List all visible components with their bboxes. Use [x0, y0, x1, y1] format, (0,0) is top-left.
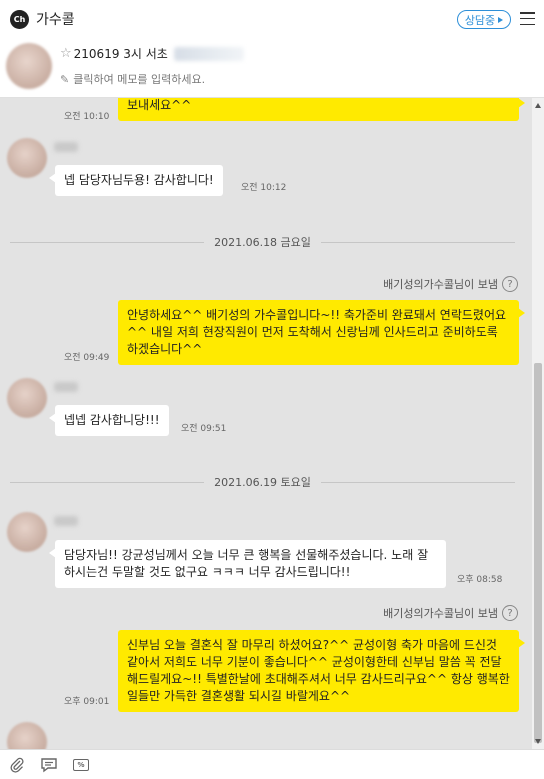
- pencil-icon: ✎: [60, 72, 70, 86]
- status-label: 상담중: [464, 13, 496, 27]
- profile-panel: ☆ 210619 3시 서초 ✎ 클릭하여 메모를 입력하세요.: [0, 38, 544, 98]
- date-divider: 2021.06.19 토요일: [10, 475, 515, 489]
- redacted-sender: [54, 516, 78, 526]
- message-time: 오전 09:51: [181, 424, 227, 434]
- message-text: 넵 담당자님두용! 감사합니다!: [64, 173, 214, 187]
- date-divider: 2021.06.18 금요일: [10, 235, 515, 249]
- message-time: 오전 10:10: [64, 112, 110, 122]
- profile-name-row: ☆ 210619 3시 서초: [60, 45, 244, 62]
- sent-by-label: 배기성의가수콜님이 보냄 ?: [383, 605, 518, 621]
- sent-by-label: 배기성의가수콜님이 보냄 ?: [383, 276, 518, 292]
- date-label: 2021.06.18 금요일: [214, 236, 311, 249]
- sent-by-text: 배기성의가수콜님이 보냄: [383, 607, 498, 620]
- message-text: 보내세요^^: [127, 98, 192, 112]
- message-time: 오후 08:58: [457, 575, 503, 585]
- channel-logo: Ch: [10, 9, 29, 29]
- help-icon[interactable]: ?: [502, 605, 518, 621]
- app-title: 가수콜: [36, 12, 75, 28]
- avatar: [7, 722, 47, 749]
- avatar: [7, 378, 47, 418]
- message-bubble-outgoing: 안녕하세요^^ 배기성의 가수콜입니다~!! 축가준비 완료돼서 연락드렸어요^…: [118, 300, 525, 365]
- message-time: 오전 09:49: [64, 353, 110, 363]
- avatar: [7, 512, 47, 552]
- profile-name: 210619 3시 서초: [73, 47, 168, 61]
- message-text: 신부님 오늘 결혼식 잘 마무리 하셨어요?^^ 균성이형 축가 마음에 드신것…: [127, 638, 510, 703]
- message-bubble-incoming: 담당자님!! 강균성님께서 오늘 너무 큰 행복을 선물해주셨습니다. 노래 잘…: [49, 540, 446, 588]
- footer-toolbar: %: [0, 749, 544, 779]
- play-icon: [498, 16, 504, 23]
- message-bubble-outgoing: 신부님 오늘 결혼식 잘 마무리 하셨어요?^^ 균성이형 축가 마음에 드신것…: [118, 630, 525, 712]
- redacted-name: [173, 46, 244, 61]
- scroll-thumb[interactable]: [534, 363, 542, 743]
- message-bubble-incoming: 넵 담당자님두용! 감사합니다!: [49, 165, 223, 196]
- message-time: 오후 09:01: [64, 697, 110, 707]
- hamburger-icon[interactable]: [520, 12, 535, 25]
- sent-by-text: 배기성의가수콜님이 보냄: [383, 278, 498, 291]
- memo-field[interactable]: ✎ 클릭하여 메모를 입력하세요.: [60, 71, 205, 87]
- attach-icon[interactable]: [8, 756, 26, 774]
- scrollbar[interactable]: [532, 98, 544, 749]
- avatar: [7, 138, 47, 178]
- percent-icon[interactable]: %: [72, 756, 90, 774]
- date-label: 2021.06.19 토요일: [214, 476, 311, 489]
- memo-placeholder: 클릭하여 메모를 입력하세요.: [73, 73, 206, 86]
- help-icon[interactable]: ?: [502, 276, 518, 292]
- message-bubble-incoming: 넵넵 감사합니당!!!: [49, 405, 169, 436]
- redacted-sender: [54, 382, 78, 392]
- chat-bubble-icon[interactable]: [40, 756, 58, 774]
- message-text: 담당자님!! 강균성님께서 오늘 너무 큰 행복을 선물해주셨습니다. 노래 잘…: [64, 548, 429, 579]
- message-text: 안녕하세요^^ 배기성의 가수콜입니다~!! 축가준비 완료돼서 연락드렸어요^…: [127, 308, 507, 356]
- chat-area: 보내세요^^ 오전 10:10 넵 담당자님두용! 감사합니다! 오전 10:1…: [0, 98, 532, 749]
- status-button[interactable]: 상담중: [457, 10, 511, 29]
- message-text: 넵넵 감사합니당!!!: [64, 413, 160, 427]
- scroll-down-icon[interactable]: [535, 739, 541, 744]
- avatar: [6, 43, 52, 89]
- scroll-up-icon[interactable]: [535, 103, 541, 108]
- header: Ch 가수콜 상담중: [0, 0, 544, 38]
- message-time: 오전 10:12: [241, 183, 287, 193]
- message-bubble-outgoing: 보내세요^^: [118, 98, 525, 121]
- star-icon[interactable]: ☆: [60, 46, 72, 61]
- redacted-sender: [54, 142, 78, 152]
